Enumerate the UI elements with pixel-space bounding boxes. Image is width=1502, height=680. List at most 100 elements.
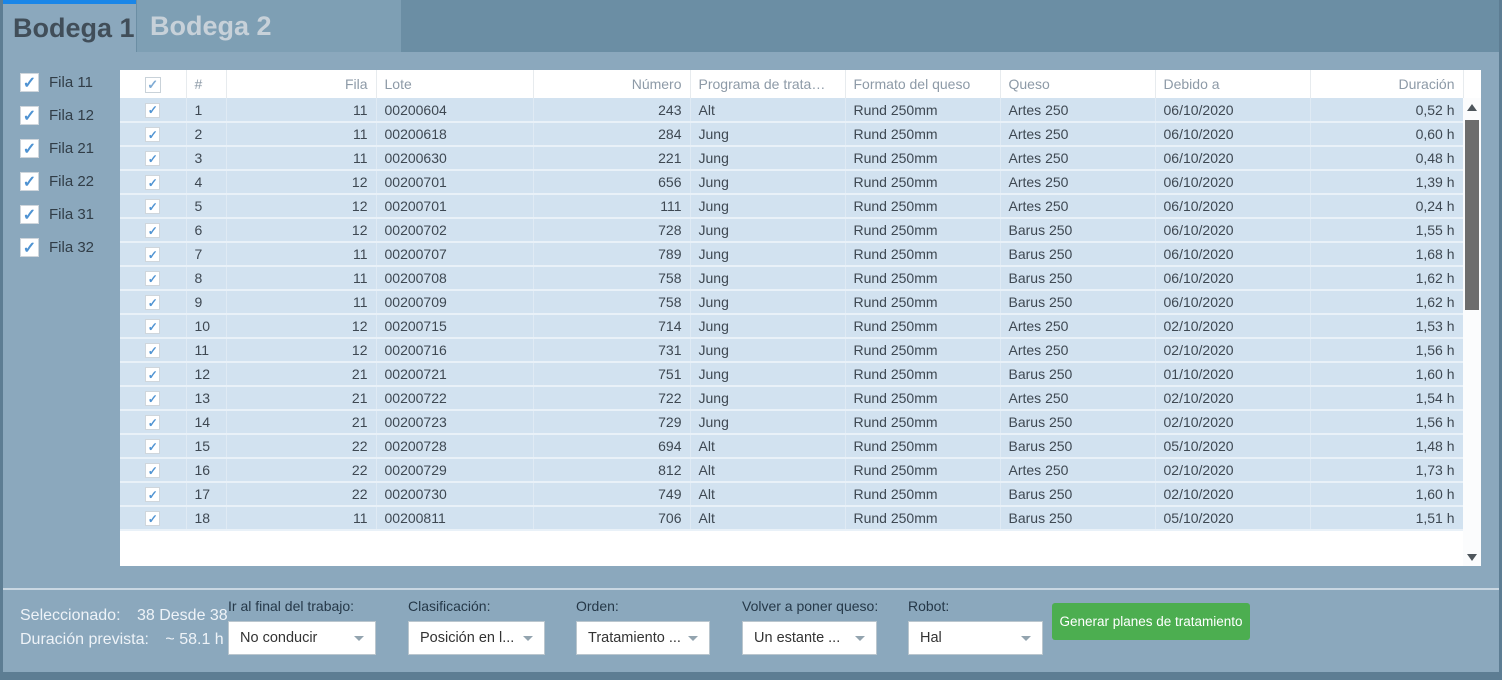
- filter-checkbox[interactable]: [20, 73, 39, 92]
- table-row[interactable]: 5 12 00200701 111 Jung Rund 250mm Artes …: [120, 194, 1463, 218]
- table-row[interactable]: 8 11 00200708 758 Jung Rund 250mm Barus …: [120, 266, 1463, 290]
- cell-lote: 00200708: [376, 266, 533, 290]
- row-checkbox[interactable]: [145, 127, 160, 142]
- dropdown-select[interactable]: Un estante ...: [742, 621, 877, 655]
- row-filter-item[interactable]: Fila 31: [20, 204, 94, 225]
- row-checkbox[interactable]: [145, 511, 160, 526]
- table-row[interactable]: 4 12 00200701 656 Jung Rund 250mm Artes …: [120, 170, 1463, 194]
- tab-bodega-2[interactable]: Bodega 2: [137, 0, 401, 52]
- header-cell-numero[interactable]: Número: [533, 70, 690, 98]
- cell-index: 1: [186, 98, 226, 122]
- table-row[interactable]: 6 12 00200702 728 Jung Rund 250mm Barus …: [120, 218, 1463, 242]
- cell-formato: Rund 250mm: [845, 242, 1000, 266]
- cell-duracion: 1,60 h: [1310, 362, 1463, 386]
- cell-numero: 221: [533, 146, 690, 170]
- header-cell-queso[interactable]: Queso: [1000, 70, 1155, 98]
- filter-checkbox[interactable]: [20, 205, 39, 224]
- cell-programa: Alt: [690, 482, 845, 506]
- cell-select: [120, 338, 186, 362]
- table-row[interactable]: 14 21 00200723 729 Jung Rund 250mm Barus…: [120, 410, 1463, 434]
- header-cell-duracion[interactable]: Duración: [1310, 70, 1463, 98]
- row-filter-item[interactable]: Fila 11: [20, 72, 94, 93]
- row-filter-item[interactable]: Fila 21: [20, 138, 94, 159]
- header-cell-formato[interactable]: Formato del queso: [845, 70, 1000, 98]
- select-all-checkbox[interactable]: [145, 77, 161, 93]
- table-row[interactable]: 18 11 00200811 706 Alt Rund 250mm Barus …: [120, 506, 1463, 530]
- table-row[interactable]: 11 12 00200716 731 Jung Rund 250mm Artes…: [120, 338, 1463, 362]
- cell-index: 11: [186, 338, 226, 362]
- table-row[interactable]: 13 21 00200722 722 Jung Rund 250mm Artes…: [120, 386, 1463, 410]
- scroll-down-icon[interactable]: [1463, 548, 1481, 566]
- header-cell-fila[interactable]: Fila: [226, 70, 376, 98]
- cell-queso: Artes 250: [1000, 194, 1155, 218]
- row-checkbox[interactable]: [145, 439, 160, 454]
- table-row[interactable]: 3 11 00200630 221 Jung Rund 250mm Artes …: [120, 146, 1463, 170]
- table-row[interactable]: 17 22 00200730 749 Alt Rund 250mm Barus …: [120, 482, 1463, 506]
- table-row[interactable]: 16 22 00200729 812 Alt Rund 250mm Artes …: [120, 458, 1463, 482]
- table-row[interactable]: 9 11 00200709 758 Jung Rund 250mm Barus …: [120, 290, 1463, 314]
- row-checkbox[interactable]: [145, 367, 160, 382]
- dropdown-value: No conducir: [240, 630, 317, 646]
- row-filter-item[interactable]: Fila 12: [20, 105, 94, 126]
- cell-select: [120, 194, 186, 218]
- cell-duracion: 1,56 h: [1310, 338, 1463, 362]
- table-row[interactable]: 12 21 00200721 751 Jung Rund 250mm Barus…: [120, 362, 1463, 386]
- row-checkbox[interactable]: [145, 295, 160, 310]
- cell-duracion: 1,60 h: [1310, 482, 1463, 506]
- row-checkbox[interactable]: [145, 103, 160, 118]
- cell-fila: 11: [226, 122, 376, 146]
- cell-lote: 00200722: [376, 386, 533, 410]
- header-cell-programa[interactable]: Programa de tratamie...: [690, 70, 845, 98]
- filter-checkbox[interactable]: [20, 172, 39, 191]
- scroll-up-icon[interactable]: [1463, 98, 1481, 116]
- row-checkbox[interactable]: [145, 319, 160, 334]
- filter-label: Fila 12: [49, 107, 94, 124]
- row-checkbox[interactable]: [145, 175, 160, 190]
- cell-numero: 656: [533, 170, 690, 194]
- cell-select: [120, 482, 186, 506]
- cell-numero: 722: [533, 386, 690, 410]
- row-checkbox[interactable]: [145, 151, 160, 166]
- row-checkbox[interactable]: [145, 247, 160, 262]
- dropdown-select[interactable]: Hal: [908, 621, 1043, 655]
- row-filter-item[interactable]: Fila 22: [20, 171, 94, 192]
- cell-numero: 714: [533, 314, 690, 338]
- generate-treatment-plans-button[interactable]: Generar planes de tratamiento: [1052, 603, 1250, 640]
- dropdown-group-return-cheese: Volver a poner queso: Un estante ...: [742, 598, 877, 655]
- row-checkbox[interactable]: [145, 487, 160, 502]
- header-cell-number-sign[interactable]: #: [186, 70, 226, 98]
- cell-queso: Barus 250: [1000, 266, 1155, 290]
- table-row[interactable]: 2 11 00200618 284 Jung Rund 250mm Artes …: [120, 122, 1463, 146]
- app-window: Bodega 1 Bodega 2 Fila 11 Fila 12 Fila 2…: [0, 0, 1502, 680]
- filter-checkbox[interactable]: [20, 106, 39, 125]
- header-cell-debido[interactable]: Debido a: [1155, 70, 1310, 98]
- dropdown-select[interactable]: Tratamiento ...: [576, 621, 710, 655]
- footer-divider: [3, 588, 1499, 590]
- table-row[interactable]: 7 11 00200707 789 Jung Rund 250mm Barus …: [120, 242, 1463, 266]
- dropdown-group-drive-to-end-of-job: Ir al final del trabajo: No conducir: [228, 598, 376, 655]
- row-checkbox[interactable]: [145, 199, 160, 214]
- cell-duracion: 1,39 h: [1310, 170, 1463, 194]
- table-row[interactable]: 10 12 00200715 714 Jung Rund 250mm Artes…: [120, 314, 1463, 338]
- dropdown-select[interactable]: No conducir: [228, 621, 376, 655]
- table-row[interactable]: 1 11 00200604 243 Alt Rund 250mm Artes 2…: [120, 98, 1463, 122]
- cell-queso: Barus 250: [1000, 506, 1155, 530]
- row-filter-item[interactable]: Fila 32: [20, 237, 94, 258]
- tab-bodega-1[interactable]: Bodega 1: [3, 0, 136, 52]
- filter-checkbox[interactable]: [20, 139, 39, 158]
- cell-lote: 00200723: [376, 410, 533, 434]
- cell-select: [120, 290, 186, 314]
- row-checkbox[interactable]: [145, 391, 160, 406]
- filter-checkbox[interactable]: [20, 238, 39, 257]
- row-checkbox[interactable]: [145, 223, 160, 238]
- row-checkbox[interactable]: [145, 271, 160, 286]
- scrollbar-thumb[interactable]: [1465, 120, 1479, 310]
- vertical-scrollbar[interactable]: [1463, 98, 1481, 566]
- chevron-down-icon: [523, 636, 533, 641]
- dropdown-select[interactable]: Posición en l...: [408, 621, 545, 655]
- row-checkbox[interactable]: [145, 463, 160, 478]
- header-cell-lote[interactable]: Lote: [376, 70, 533, 98]
- row-checkbox[interactable]: [145, 343, 160, 358]
- table-row[interactable]: 15 22 00200728 694 Alt Rund 250mm Barus …: [120, 434, 1463, 458]
- row-checkbox[interactable]: [145, 415, 160, 430]
